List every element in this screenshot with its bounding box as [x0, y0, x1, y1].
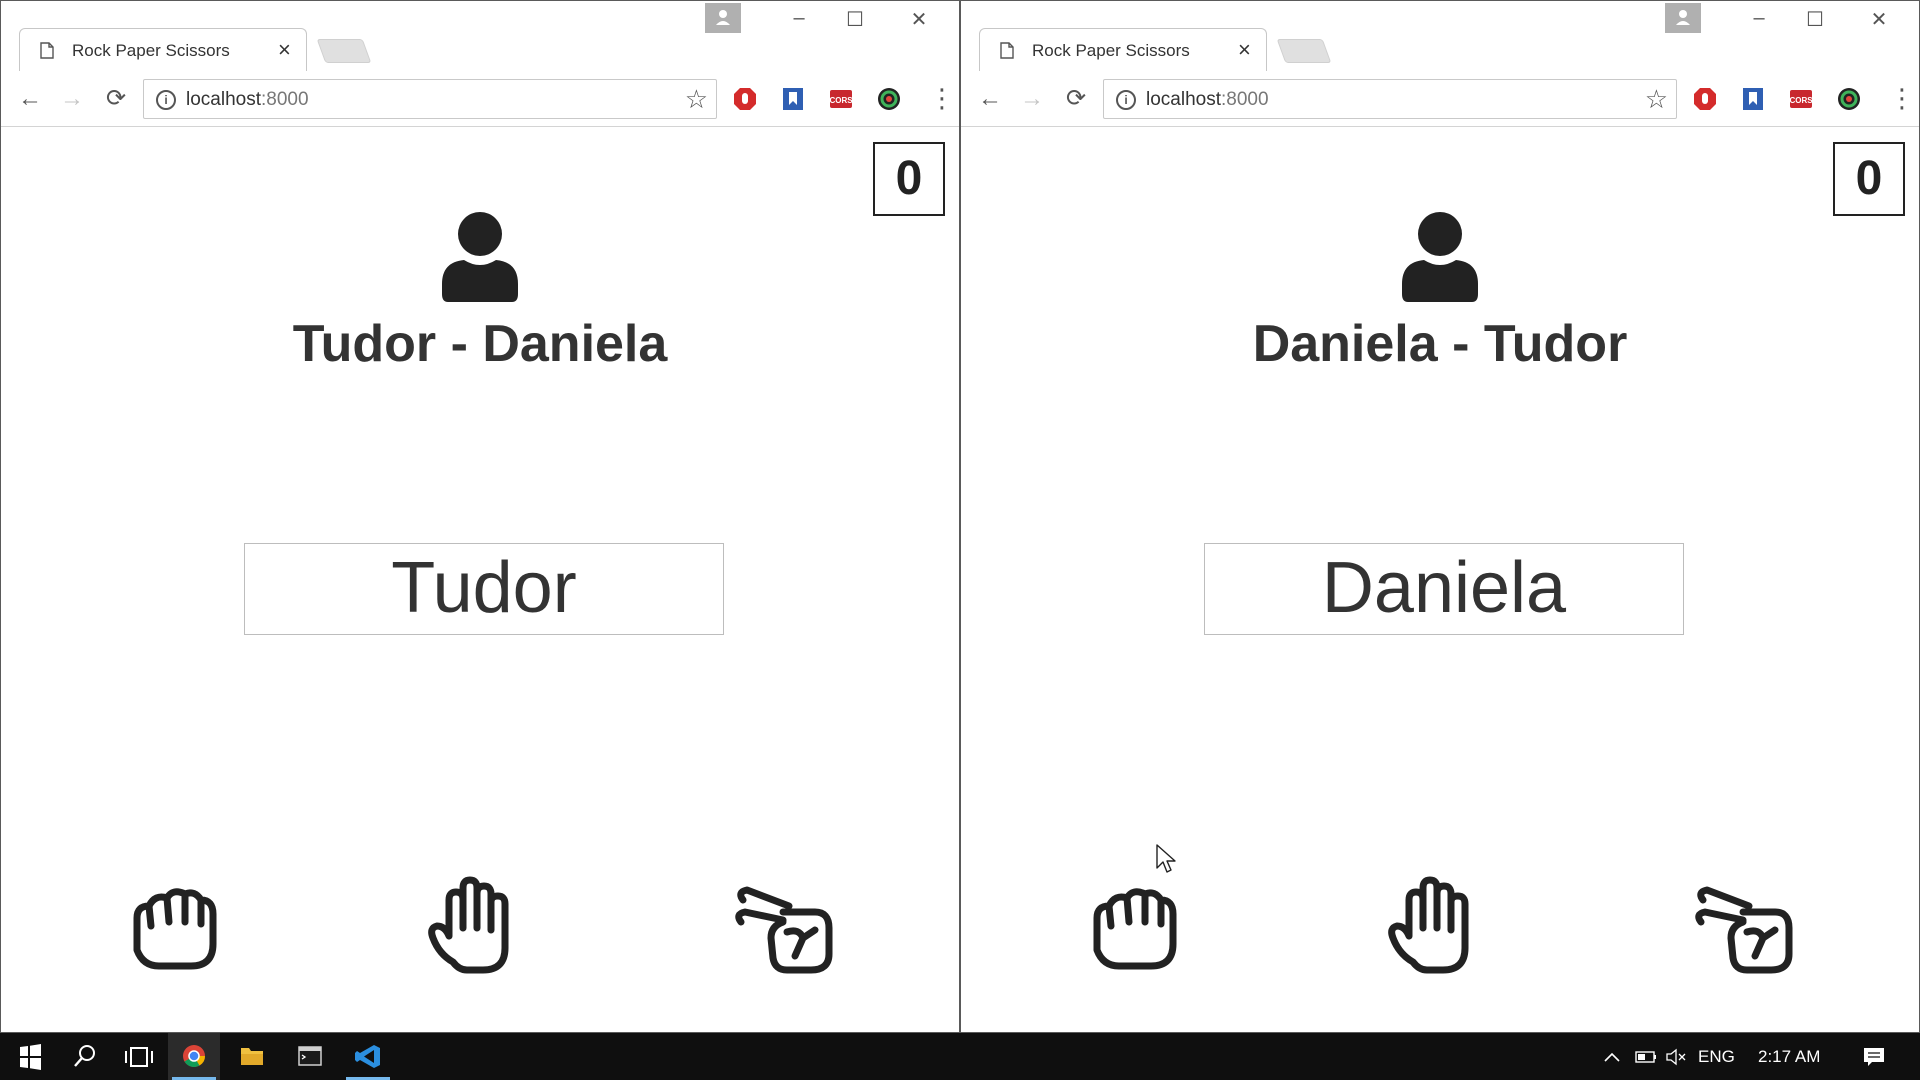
bookmark-star-icon[interactable]: ☆	[685, 84, 708, 115]
profile-button[interactable]	[705, 3, 741, 33]
user-icon	[442, 212, 518, 302]
cors-extension-icon[interactable]: CORS	[1789, 87, 1813, 111]
tab-title: Rock Paper Scissors	[1032, 41, 1190, 60]
color-picker-extension-icon[interactable]	[877, 87, 901, 111]
reload-button[interactable]: ⟳	[101, 85, 131, 115]
reload-button[interactable]: ⟳	[1061, 85, 1091, 115]
action-center-icon[interactable]	[1862, 1046, 1886, 1068]
tab-strip: Rock Paper Scissors × – ☐ ✕	[1, 1, 959, 71]
windows-logo-icon	[20, 1044, 41, 1070]
game-page: 0 Tudor - Daniela Tudor	[1, 128, 959, 1032]
page-icon	[40, 42, 54, 59]
scissors-hand-icon[interactable]	[725, 866, 845, 986]
windows-taskbar: ENG 2:17 AM	[0, 1033, 1920, 1080]
paper-hand-icon[interactable]	[1373, 866, 1493, 986]
url-host: localhost	[186, 89, 261, 110]
address-bar[interactable]: i localhost:8000 ☆	[1103, 79, 1677, 119]
new-tab-button[interactable]	[316, 39, 372, 63]
url-port: :8000	[1221, 89, 1269, 110]
taskbar-chrome[interactable]	[168, 1033, 220, 1080]
browser-toolbar: ← → ⟳ i localhost:8000 ☆ CORS ⋮	[961, 71, 1919, 127]
bookmark-extension-icon[interactable]	[781, 87, 805, 111]
back-button[interactable]: ←	[975, 85, 1005, 115]
browser-toolbar: ← → ⟳ i localhost:8000 ☆ CORS ⋮	[1, 71, 959, 127]
browser-menu-icon[interactable]: ⋮	[929, 83, 955, 113]
match-title: Tudor - Daniela	[292, 315, 668, 373]
browser-window-right: Rock Paper Scissors × – ☐ ✕ ← → ⟳ i loca…	[960, 0, 1920, 1033]
page-icon	[1000, 42, 1014, 59]
vscode-icon	[355, 1045, 380, 1068]
clock[interactable]: 2:17 AM	[1758, 1047, 1820, 1067]
bookmark-star-icon[interactable]: ☆	[1645, 84, 1668, 115]
task-view-icon	[125, 1047, 153, 1067]
match-title: Daniela - Tudor	[1252, 315, 1628, 373]
rock-hand-icon[interactable]	[115, 866, 235, 986]
minimize-button[interactable]: –	[779, 7, 819, 37]
info-icon[interactable]: i	[1116, 90, 1136, 110]
forward-button[interactable]: →	[57, 85, 87, 115]
profile-icon	[716, 10, 730, 25]
forward-button[interactable]: →	[1017, 85, 1047, 115]
maximize-button[interactable]: ☐	[1795, 7, 1835, 37]
browser-tab[interactable]: Rock Paper Scissors ×	[19, 28, 307, 71]
terminal-icon	[298, 1046, 322, 1066]
profile-button[interactable]	[1665, 3, 1701, 33]
svg-text:CORS: CORS	[1789, 96, 1813, 105]
close-tab-icon[interactable]: ×	[278, 37, 291, 63]
url-host: localhost	[1146, 89, 1221, 110]
browser-window-left: Rock Paper Scissors × – ☐ ✕ ← → ⟳ i loca…	[0, 0, 960, 1033]
maximize-button[interactable]: ☐	[835, 7, 875, 37]
url-text[interactable]: localhost:8000	[1146, 89, 1269, 111]
tab-strip: Rock Paper Scissors × – ☐ ✕	[961, 1, 1919, 71]
tab-title: Rock Paper Scissors	[72, 41, 230, 60]
new-tab-button[interactable]	[1276, 39, 1332, 63]
adblock-extension-icon[interactable]	[1693, 87, 1717, 111]
search-button[interactable]	[58, 1033, 110, 1080]
close-window-button[interactable]: ✕	[1859, 7, 1899, 37]
back-button[interactable]: ←	[15, 85, 45, 115]
rock-hand-icon[interactable]	[1075, 866, 1195, 986]
battery-icon[interactable]	[1634, 1046, 1658, 1068]
minimize-button[interactable]: –	[1739, 7, 1779, 37]
search-icon	[74, 1045, 95, 1067]
folder-icon	[241, 1048, 263, 1065]
browser-tab[interactable]: Rock Paper Scissors ×	[979, 28, 1267, 71]
color-picker-extension-icon[interactable]	[1837, 87, 1861, 111]
close-tab-icon[interactable]: ×	[1238, 37, 1251, 63]
player-name-field[interactable]: Daniela	[1204, 543, 1684, 635]
chevron-up-icon[interactable]	[1600, 1046, 1624, 1068]
language-indicator[interactable]: ENG	[1698, 1047, 1735, 1067]
info-icon[interactable]: i	[156, 90, 176, 110]
taskbar-file-explorer[interactable]	[226, 1033, 278, 1080]
player-name-field[interactable]: Tudor	[244, 543, 724, 635]
score-counter: 0	[1833, 142, 1905, 216]
volume-muted-icon[interactable]	[1664, 1046, 1688, 1068]
address-bar[interactable]: i localhost:8000 ☆	[143, 79, 717, 119]
start-button[interactable]	[4, 1033, 56, 1080]
profile-icon	[1676, 10, 1690, 25]
url-text[interactable]: localhost:8000	[186, 89, 309, 111]
cors-extension-icon[interactable]: CORS	[829, 87, 853, 111]
taskbar-terminal[interactable]	[284, 1033, 336, 1080]
browser-menu-icon[interactable]: ⋮	[1889, 83, 1915, 113]
adblock-extension-icon[interactable]	[733, 87, 757, 111]
close-window-button[interactable]: ✕	[899, 7, 939, 37]
svg-text:CORS: CORS	[829, 96, 853, 105]
mouse-cursor-icon	[1156, 844, 1176, 873]
url-port: :8000	[261, 89, 309, 110]
bookmark-extension-icon[interactable]	[1741, 87, 1765, 111]
chrome-icon	[183, 1045, 205, 1067]
score-counter: 0	[873, 142, 945, 216]
paper-hand-icon[interactable]	[413, 866, 533, 986]
game-page: 0 Daniela - Tudor Daniela	[961, 128, 1919, 1032]
scissors-hand-icon[interactable]	[1685, 866, 1805, 986]
user-icon	[1402, 212, 1478, 302]
taskbar-vscode[interactable]	[342, 1033, 394, 1080]
task-view-button[interactable]	[112, 1033, 164, 1080]
